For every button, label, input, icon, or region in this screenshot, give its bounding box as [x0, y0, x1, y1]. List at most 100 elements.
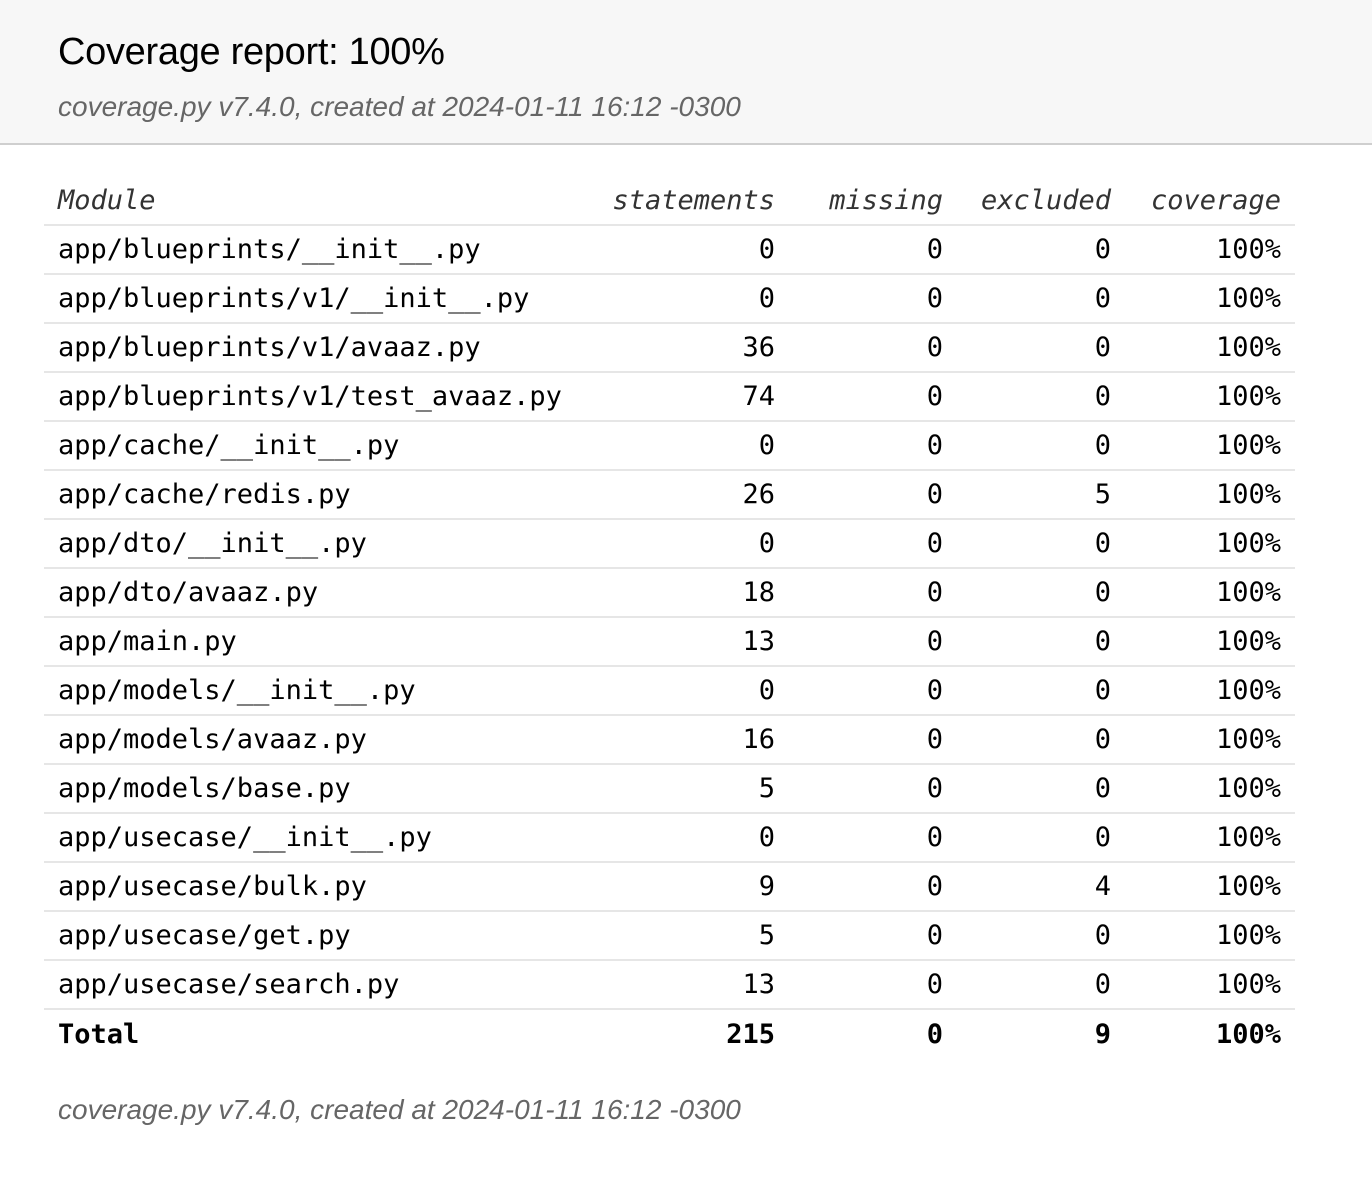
column-header-module[interactable]: Module: [44, 177, 596, 226]
module-link[interactable]: app/usecase/search.py: [44, 960, 596, 1010]
table-header-row: Module statements missing excluded cover…: [44, 177, 1295, 226]
page-title: Coverage report: 100%: [58, 31, 445, 73]
statements-cell: 5: [596, 764, 789, 814]
statements-cell: 9: [596, 862, 789, 912]
missing-cell: 0: [789, 862, 957, 912]
coverage-cell: 100%: [1125, 470, 1295, 520]
excluded-cell: 0: [957, 519, 1125, 569]
coverage-cell: 100%: [1125, 764, 1295, 814]
excluded-cell: 0: [957, 323, 1125, 373]
module-link[interactable]: app/cache/__init__.py: [44, 421, 596, 471]
excluded-cell: 0: [957, 421, 1125, 471]
table-row[interactable]: app/usecase/get.py 5 0 0 100%: [44, 911, 1295, 961]
table-row[interactable]: app/usecase/search.py 13 0 0 100%: [44, 960, 1295, 1010]
coverage-cell: 100%: [1125, 519, 1295, 569]
module-link[interactable]: app/blueprints/v1/test_avaaz.py: [44, 372, 596, 422]
missing-cell: 0: [789, 813, 957, 863]
table-row[interactable]: app/blueprints/v1/avaaz.py 36 0 0 100%: [44, 323, 1295, 373]
module-link[interactable]: app/blueprints/v1/avaaz.py: [44, 323, 596, 373]
table-row[interactable]: app/usecase/__init__.py 0 0 0 100%: [44, 813, 1295, 863]
total-statements: 215: [726, 1018, 775, 1050]
statements-cell: 36: [596, 323, 789, 373]
excluded-cell: 0: [957, 960, 1125, 1010]
missing-cell: 0: [789, 764, 957, 814]
table-row[interactable]: app/dto/avaaz.py 18 0 0 100%: [44, 568, 1295, 618]
statements-cell: 0: [596, 274, 789, 324]
table-row[interactable]: app/main.py 13 0 0 100%: [44, 617, 1295, 667]
excluded-cell: 0: [957, 764, 1125, 814]
column-header-excluded[interactable]: excluded: [957, 177, 1125, 226]
table-row[interactable]: app/models/base.py 5 0 0 100%: [44, 764, 1295, 814]
excluded-cell: 0: [957, 666, 1125, 716]
missing-cell: 0: [789, 617, 957, 667]
coverage-cell: 100%: [1125, 274, 1295, 324]
statements-cell: 5: [596, 911, 789, 961]
missing-cell: 0: [789, 421, 957, 471]
table-row[interactable]: app/dto/__init__.py 0 0 0 100%: [44, 519, 1295, 569]
column-header-statements[interactable]: statements: [596, 177, 789, 226]
module-link[interactable]: app/usecase/bulk.py: [44, 862, 596, 912]
missing-cell: 0: [789, 666, 957, 716]
statements-cell: 0: [596, 519, 789, 569]
coverage-cell: 100%: [1125, 862, 1295, 912]
excluded-cell: 0: [957, 372, 1125, 422]
table-row[interactable]: app/cache/__init__.py 0 0 0 100%: [44, 421, 1295, 471]
module-link[interactable]: app/dto/avaaz.py: [44, 568, 596, 618]
total-label: Total: [58, 1018, 140, 1050]
excluded-cell: 0: [957, 274, 1125, 324]
statements-cell: 0: [596, 225, 789, 275]
statements-cell: 13: [596, 960, 789, 1010]
excluded-cell: 0: [957, 568, 1125, 618]
report-header: Coverage report: 100% coverage.py v7.4.0…: [0, 0, 1372, 145]
header-meta-text: coverage.py v7.4.0, created at 2024-01-1…: [58, 91, 741, 122]
column-header-coverage[interactable]: coverage: [1125, 177, 1295, 226]
coverage-cell: 100%: [1125, 715, 1295, 765]
coverage-cell: 100%: [1125, 666, 1295, 716]
module-link[interactable]: app/blueprints/v1/__init__.py: [44, 274, 596, 324]
missing-cell: 0: [789, 519, 957, 569]
module-link[interactable]: app/dto/__init__.py: [44, 519, 596, 569]
table-row[interactable]: app/blueprints/__init__.py 0 0 0 100%: [44, 225, 1295, 275]
table-row[interactable]: app/models/__init__.py 0 0 0 100%: [44, 666, 1295, 716]
excluded-cell: 5: [957, 470, 1125, 520]
statements-cell: 0: [596, 421, 789, 471]
missing-cell: 0: [789, 911, 957, 961]
module-link[interactable]: app/models/base.py: [44, 764, 596, 814]
table-row[interactable]: app/blueprints/v1/__init__.py 0 0 0 100%: [44, 274, 1295, 324]
total-missing: 0: [926, 1018, 943, 1050]
coverage-cell: 100%: [1125, 421, 1295, 471]
module-link[interactable]: app/models/avaaz.py: [44, 715, 596, 765]
module-link[interactable]: app/main.py: [44, 617, 596, 667]
coverage-cell: 100%: [1125, 813, 1295, 863]
missing-cell: 0: [789, 470, 957, 520]
excluded-cell: 0: [957, 813, 1125, 863]
module-link[interactable]: app/usecase/get.py: [44, 911, 596, 961]
total-excluded: 9: [1094, 1018, 1111, 1050]
missing-cell: 0: [789, 715, 957, 765]
coverage-cell: 100%: [1125, 617, 1295, 667]
table-row[interactable]: app/blueprints/v1/test_avaaz.py 74 0 0 100%: [44, 372, 1295, 422]
coverage-cell: 100%: [1125, 323, 1295, 373]
missing-cell: 0: [789, 372, 957, 422]
statements-cell: 0: [596, 813, 789, 863]
excluded-cell: 0: [957, 225, 1125, 275]
table-row[interactable]: app/models/avaaz.py 16 0 0 100%: [44, 715, 1295, 765]
table-row[interactable]: app/cache/redis.py 26 0 5 100%: [44, 470, 1295, 520]
column-header-missing[interactable]: missing: [789, 177, 957, 226]
module-link[interactable]: app/cache/redis.py: [44, 470, 596, 520]
coverage-cell: 100%: [1125, 225, 1295, 275]
missing-cell: 0: [789, 960, 957, 1010]
module-link[interactable]: app/usecase/__init__.py: [44, 813, 596, 863]
coverage-cell: 100%: [1125, 960, 1295, 1010]
excluded-cell: 0: [957, 715, 1125, 765]
missing-cell: 0: [789, 568, 957, 618]
missing-cell: 0: [789, 225, 957, 275]
statements-cell: 74: [596, 372, 789, 422]
footer-meta-text: coverage.py v7.4.0, created at 2024-01-1…: [58, 1094, 741, 1125]
excluded-cell: 4: [957, 862, 1125, 912]
statements-cell: 26: [596, 470, 789, 520]
table-row[interactable]: app/usecase/bulk.py 9 0 4 100%: [44, 862, 1295, 912]
coverage-cell: 100%: [1125, 911, 1295, 961]
module-link[interactable]: app/blueprints/__init__.py: [44, 225, 596, 275]
module-link[interactable]: app/models/__init__.py: [44, 666, 596, 716]
